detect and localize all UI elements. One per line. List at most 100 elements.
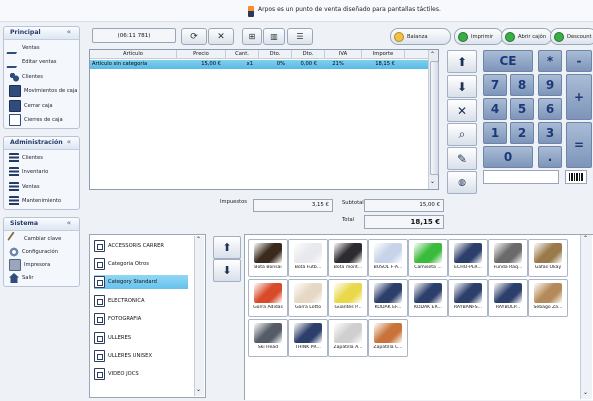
key-3[interactable]: 3 (538, 122, 562, 144)
panel-title: Principal (10, 29, 41, 36)
product-tile[interactable]: KODAK EF... (368, 279, 408, 317)
key-8[interactable]: 8 (510, 74, 534, 96)
key-dot[interactable]: . (538, 146, 562, 168)
key-plus[interactable]: + (566, 74, 592, 120)
product-tile[interactable]: BUSOL F-A... (368, 239, 408, 277)
category-item[interactable]: Categoria Otros (94, 257, 188, 271)
imprimir-button[interactable]: Imprimir (454, 28, 503, 45)
collapse-icon[interactable]: « (67, 28, 71, 36)
panel-principal-header[interactable]: Principal « (4, 27, 79, 40)
scroll-down-icon[interactable]: ⌄ (196, 386, 201, 393)
edit-line-button[interactable]: ✎ (447, 147, 477, 170)
key-multiply[interactable]: * (538, 50, 562, 72)
product-image (294, 283, 322, 303)
sidebar-item-clientes[interactable]: Clientes (9, 70, 77, 84)
category-item[interactable]: ELECTRONICA (94, 294, 188, 308)
product-tile[interactable]: Sebago Za... (528, 279, 568, 317)
product-tile[interactable]: Zapatilla A... (328, 319, 368, 357)
scroll-down-icon[interactable]: ⌄ (583, 389, 588, 396)
collapse-icon[interactable]: « (67, 138, 71, 146)
product-scrollbar[interactable]: ⌃ ⌄ (580, 235, 592, 399)
sidebar-item-cierres[interactable]: Cierres de caja (9, 113, 77, 127)
sidebar-item-admin-clientes[interactable]: Clientes (9, 151, 77, 165)
remove-line-button[interactable]: ✕ (447, 99, 477, 122)
product-tile[interactable]: Bota mont... (328, 239, 368, 277)
category-scrollbar[interactable]: ⌃ ⌄ (194, 236, 204, 396)
product-tile[interactable]: Bota Futb... (288, 239, 328, 277)
key-4[interactable]: 4 (483, 98, 507, 120)
product-tile[interactable]: Gorra Adidas (248, 279, 288, 317)
product-tile[interactable]: Funda Raq... (488, 239, 528, 277)
sidebar-item-ventas[interactable]: Ventas (6, 41, 77, 55)
search-button[interactable]: ⌕ (447, 123, 477, 146)
barcode-button[interactable] (565, 170, 587, 184)
delete-ticket-button[interactable]: ▥ (263, 28, 285, 45)
balanza-button[interactable]: Balanza (390, 28, 451, 45)
key-5[interactable]: 5 (510, 98, 534, 120)
key-equals[interactable]: = (566, 122, 592, 168)
sidebar-item-cerrar-caja[interactable]: Cerrar caja (9, 99, 77, 113)
panel-administracion-header[interactable]: Administración « (4, 137, 79, 150)
sidebar-item-mantenimiento[interactable]: Mantenimiento (9, 194, 77, 208)
category-down-button[interactable]: ⬇ (213, 259, 241, 282)
key-6[interactable]: 6 (538, 98, 562, 120)
product-tile[interactable]: Gorra Lotto (288, 279, 328, 317)
abrir-cajon-button[interactable]: Abrir cajón (501, 28, 552, 45)
panel-sistema-header[interactable]: Sistema « (4, 218, 79, 231)
sidebar-item-configuracion[interactable]: Configuración (9, 245, 77, 259)
ticket-id-field[interactable]: (06:11 781) (92, 28, 176, 43)
scroll-up-icon[interactable]: ⌃ (583, 235, 588, 242)
scroll-up-icon[interactable]: ⌃ (196, 236, 201, 243)
scroll-up-icon[interactable]: ⌃ (430, 51, 435, 58)
ticket-scrollbar[interactable]: ⌃ ⌄ (428, 50, 439, 189)
keypad-input[interactable] (483, 170, 559, 184)
sidebar-item-salir[interactable]: Salir (9, 271, 77, 285)
sidebar-item-inventario[interactable]: Inventario (9, 165, 77, 179)
scroll-down-icon[interactable]: ⌄ (430, 178, 435, 185)
key-0[interactable]: 0 (483, 146, 533, 168)
key-2[interactable]: 2 (510, 122, 534, 144)
product-tile[interactable]: RAYBANFS... (448, 279, 488, 317)
product-tile[interactable]: KODAK ER... (408, 279, 448, 317)
category-label: ULLERES (108, 335, 132, 341)
product-tile[interactable]: Guantes P... (328, 279, 368, 317)
category-item[interactable]: ULLERES UNISEX (94, 349, 188, 363)
key-minus[interactable]: - (566, 50, 592, 72)
product-tile[interactable]: THINK PR... (288, 319, 328, 357)
category-item[interactable]: VIDEO JOCS (94, 367, 188, 381)
cut-button[interactable]: ✕ (208, 28, 234, 45)
sidebar-item-movimientos[interactable]: Movimientos de caja (9, 84, 77, 98)
category-item[interactable]: FOTOGRAFIA (94, 312, 188, 326)
product-tile[interactable]: ECHO-PLR... (448, 239, 488, 277)
category-item[interactable]: ACCESSORIS CARRER (94, 239, 188, 253)
ticket-list-button[interactable]: ☰ (287, 28, 313, 45)
table-row[interactable]: Artículo sin categoría 15,00 € x1 0% 0,0… (90, 60, 428, 69)
key-7[interactable]: 7 (483, 74, 507, 96)
move-up-button[interactable]: ⬆ (447, 50, 477, 73)
sidebar-item-cambiar-clave[interactable]: Cambiar clave (7, 231, 77, 247)
product-tile[interactable]: Gafas Okay (528, 239, 568, 277)
refresh-button[interactable]: ⟳ (181, 28, 207, 45)
sidebar-item-impresora[interactable]: Impresora (9, 258, 77, 272)
key-1[interactable]: 1 (483, 122, 507, 144)
product-tile[interactable]: Camiseta ... (408, 239, 448, 277)
product-tile[interactable]: Zapatilla C... (368, 319, 408, 357)
key-9[interactable]: 9 (538, 74, 562, 96)
category-label: VIDEO JOCS (108, 371, 139, 377)
product-tile[interactable]: Ski Head (248, 319, 288, 357)
product-tile[interactable]: RAYBOLP... (488, 279, 528, 317)
category-item-selected[interactable]: Category Standard (94, 275, 188, 289)
product-tile[interactable]: Bota Bonsai (248, 239, 288, 277)
key-ce[interactable]: CE (483, 50, 533, 72)
scroll-thumb[interactable] (430, 61, 439, 175)
collapse-icon[interactable]: « (67, 219, 71, 227)
sidebar-item-editar-ventas[interactable]: Editar ventas (6, 55, 77, 69)
move-down-button[interactable]: ⬇ (447, 75, 477, 98)
category-up-button[interactable]: ⬆ (213, 236, 241, 259)
category-item[interactable]: ULLERES (94, 331, 188, 345)
add-ticket-button[interactable]: ⊞ (242, 28, 262, 45)
sidebar-item-admin-ventas[interactable]: Ventas (9, 180, 77, 194)
discount-button[interactable]: Descount (550, 28, 593, 45)
attributes-button[interactable]: ◍ (447, 171, 477, 194)
arrow-up-icon: ⬆ (222, 241, 232, 254)
